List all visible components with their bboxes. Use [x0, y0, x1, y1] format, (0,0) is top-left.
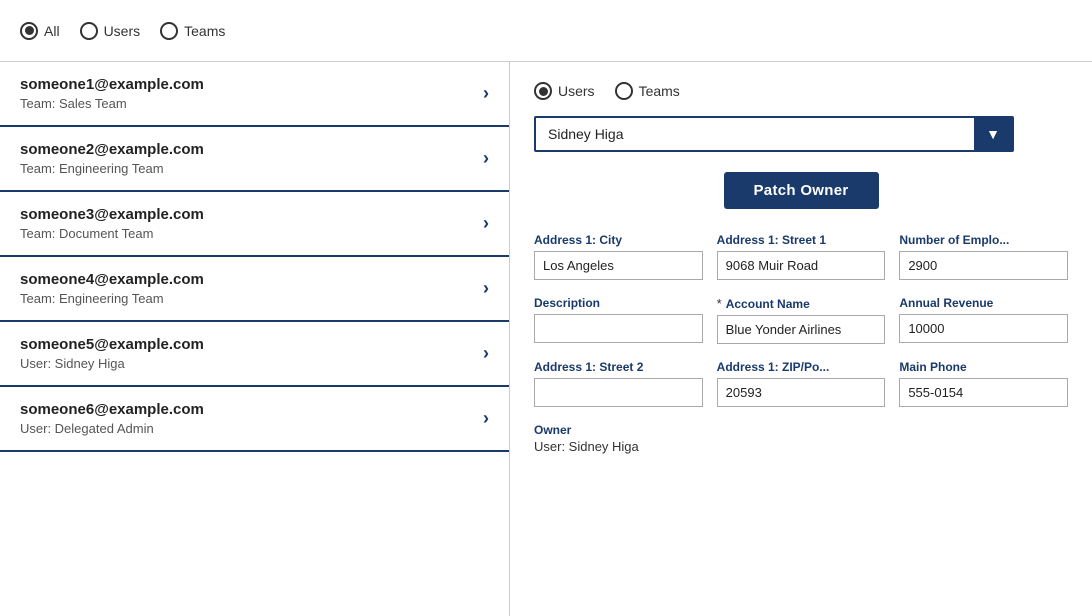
radio-teams-circle: [160, 22, 178, 40]
field-group: Address 1: ZIP/Po...: [717, 360, 886, 407]
field-group: Number of Emplo...: [899, 233, 1068, 280]
radio-users-label: Users: [104, 23, 141, 39]
list-item-email: someone2@example.com: [20, 141, 204, 158]
list-item-sub: Team: Engineering Team: [20, 291, 204, 306]
list-item[interactable]: someone2@example.com Team: Engineering T…: [0, 127, 509, 192]
field-label: Address 1: Street 1: [717, 233, 886, 247]
field-label: Address 1: ZIP/Po...: [717, 360, 886, 374]
field-label: Main Phone: [899, 360, 1068, 374]
field-group: Main Phone: [899, 360, 1068, 407]
list-item[interactable]: someone6@example.com User: Delegated Adm…: [0, 387, 509, 452]
field-input[interactable]: [534, 251, 703, 280]
field-group: Address 1: Street 1: [717, 233, 886, 280]
list-item-email: someone6@example.com: [20, 401, 204, 418]
dropdown-value: Sidney Higa: [536, 118, 974, 150]
right-panel: Users Teams Sidney Higa ▼ Patch Owner Ad…: [510, 62, 1092, 616]
field-label: Number of Emplo...: [899, 233, 1068, 247]
right-radio-teams-circle: [615, 82, 633, 100]
field-label: Address 1: Street 2: [534, 360, 703, 374]
list-item-content: someone2@example.com Team: Engineering T…: [20, 141, 204, 176]
field-input[interactable]: [899, 314, 1068, 343]
list-item-sub: Team: Engineering Team: [20, 161, 204, 176]
owner-label: Owner: [534, 423, 1068, 437]
list-item-email: someone5@example.com: [20, 336, 204, 353]
radio-teams[interactable]: Teams: [160, 22, 225, 40]
field-input[interactable]: [534, 378, 703, 407]
field-group: Description: [534, 296, 703, 344]
top-radio-bar: All Users Teams: [0, 0, 1092, 62]
field-label: Description: [534, 296, 703, 310]
field-group: Address 1: Street 2: [534, 360, 703, 407]
field-input[interactable]: [717, 315, 886, 344]
radio-users-circle: [80, 22, 98, 40]
patch-owner-button[interactable]: Patch Owner: [724, 172, 879, 209]
owner-section: Owner User: Sidney Higa: [534, 423, 1068, 454]
list-item-email: someone1@example.com: [20, 76, 204, 93]
field-label: Account Name: [726, 297, 810, 311]
right-radio-users[interactable]: Users: [534, 82, 595, 100]
field-input[interactable]: [899, 251, 1068, 280]
field-input[interactable]: [717, 378, 886, 407]
field-input[interactable]: [899, 378, 1068, 407]
list-item-sub: User: Sidney Higa: [20, 356, 204, 371]
field-group: * Account Name: [717, 296, 886, 344]
list-item-sub: Team: Document Team: [20, 226, 204, 241]
right-radio-teams-label: Teams: [639, 83, 680, 99]
field-group: Annual Revenue: [899, 296, 1068, 344]
left-panel: someone1@example.com Team: Sales Team › …: [0, 62, 510, 616]
list-item-sub: Team: Sales Team: [20, 96, 204, 111]
owner-value: User: Sidney Higa: [534, 439, 1068, 454]
list-item[interactable]: someone1@example.com Team: Sales Team ›: [0, 62, 509, 127]
field-input[interactable]: [534, 314, 703, 343]
user-dropdown[interactable]: Sidney Higa ▼: [534, 116, 1014, 152]
right-radio-users-circle: [534, 82, 552, 100]
radio-teams-label: Teams: [184, 23, 225, 39]
chevron-down-icon: ▼: [986, 126, 1000, 142]
right-radio-users-label: Users: [558, 83, 595, 99]
field-group: Address 1: City: [534, 233, 703, 280]
list-item-email: someone3@example.com: [20, 206, 204, 223]
dropdown-btn[interactable]: ▼: [974, 118, 1012, 150]
field-label: Address 1: City: [534, 233, 703, 247]
chevron-right-icon: ›: [483, 213, 489, 234]
list-item-content: someone6@example.com User: Delegated Adm…: [20, 401, 204, 436]
content-area: someone1@example.com Team: Sales Team › …: [0, 62, 1092, 616]
chevron-right-icon: ›: [483, 278, 489, 299]
right-radio-teams[interactable]: Teams: [615, 82, 680, 100]
chevron-right-icon: ›: [483, 83, 489, 104]
list-item-content: someone3@example.com Team: Document Team: [20, 206, 204, 241]
chevron-right-icon: ›: [483, 343, 489, 364]
list-item-content: someone1@example.com Team: Sales Team: [20, 76, 204, 111]
list-item[interactable]: someone5@example.com User: Sidney Higa ›: [0, 322, 509, 387]
field-label: Annual Revenue: [899, 296, 1068, 310]
radio-users[interactable]: Users: [80, 22, 141, 40]
radio-all-label: All: [44, 23, 60, 39]
form-grid: Address 1: City Address 1: Street 1 Number…: [534, 233, 1068, 407]
right-radio-bar: Users Teams: [534, 82, 1068, 100]
main-container: All Users Teams someone1@example.com Tea…: [0, 0, 1092, 616]
list-item[interactable]: someone3@example.com Team: Document Team…: [0, 192, 509, 257]
list-item[interactable]: someone4@example.com Team: Engineering T…: [0, 257, 509, 322]
field-input[interactable]: [717, 251, 886, 280]
radio-all-circle: [20, 22, 38, 40]
list-item-content: someone4@example.com Team: Engineering T…: [20, 271, 204, 306]
radio-all[interactable]: All: [20, 22, 60, 40]
list-item-content: someone5@example.com User: Sidney Higa: [20, 336, 204, 371]
chevron-right-icon: ›: [483, 148, 489, 169]
list-item-email: someone4@example.com: [20, 271, 204, 288]
required-star: *: [717, 296, 722, 311]
list-item-sub: User: Delegated Admin: [20, 421, 204, 436]
chevron-right-icon: ›: [483, 408, 489, 429]
